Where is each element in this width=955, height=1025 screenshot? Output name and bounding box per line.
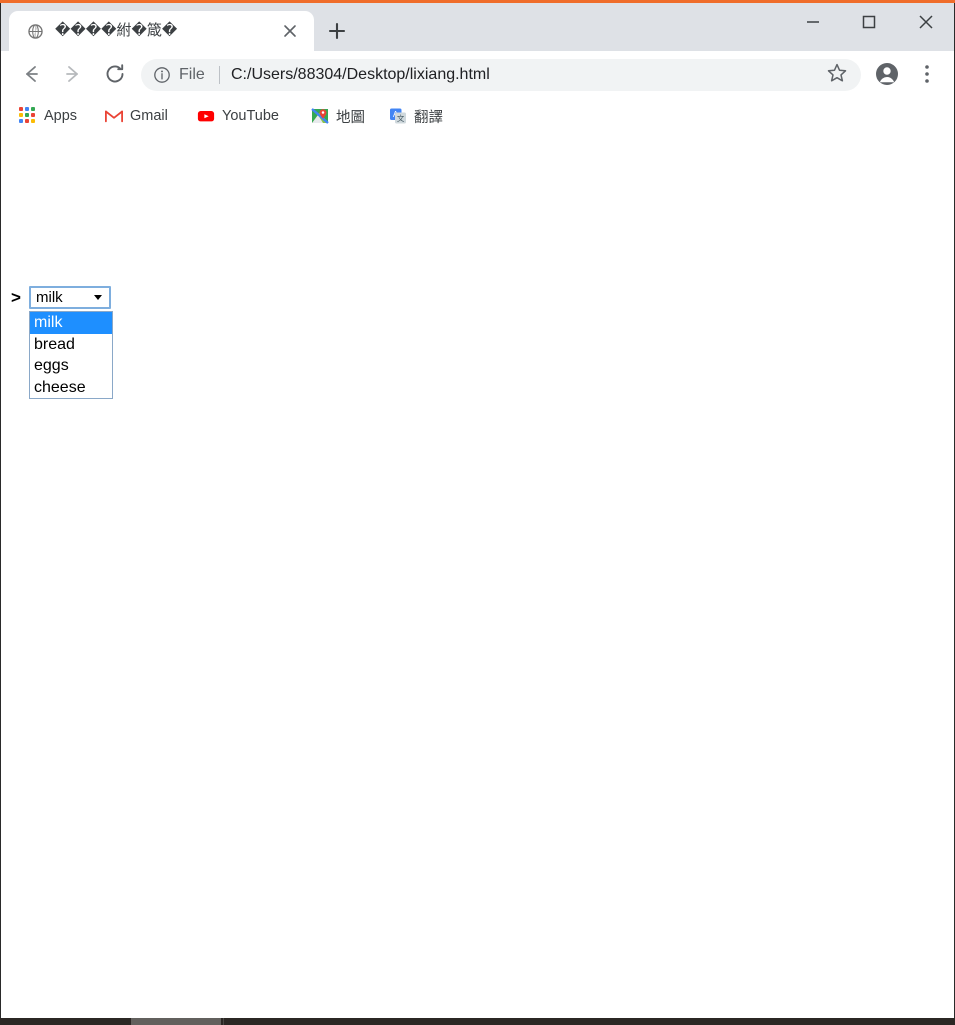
close-icon[interactable] (281, 22, 299, 40)
select-selected-value: milk (36, 289, 63, 306)
omnibox-divider (219, 66, 220, 84)
new-tab-button[interactable] (323, 17, 351, 45)
bookmark-youtube[interactable]: YouTube (197, 102, 279, 130)
account-avatar-icon[interactable] (874, 61, 900, 87)
address-bar[interactable]: File C:/Users/88304/Desktop/lixiang.html (141, 59, 861, 91)
url-scheme-label: File (179, 66, 205, 83)
bookmark-star-icon[interactable] (825, 61, 849, 85)
info-circle-icon[interactable] (153, 66, 171, 84)
page-viewport: > milk milk bread eggs cheese https://bl… (1, 136, 954, 1018)
select-option[interactable]: bread (30, 334, 112, 356)
bookmark-gmail[interactable]: Gmail (105, 102, 168, 130)
browser-tab[interactable]: ����紨�箴� (9, 11, 314, 51)
bookmark-apps[interactable]: Apps (19, 102, 77, 130)
prompt-caret-text: > (11, 288, 21, 307)
window-maximize-button[interactable] (846, 6, 892, 38)
os-taskbar (0, 1018, 955, 1025)
tab-title: ����紨�箴� (55, 22, 178, 39)
bookmark-label: 地圖 (336, 109, 365, 126)
select-option[interactable]: cheese (30, 377, 112, 399)
browser-window: ����紨�箴� File C:/Users/88304/Desktop/lix… (0, 0, 955, 1025)
svg-text:文: 文 (397, 113, 405, 123)
select-option[interactable]: eggs (30, 355, 112, 377)
bookmark-label: Gmail (130, 108, 168, 124)
google-translate-icon: A 文 (389, 107, 407, 125)
bookmarks-bar: Apps Gmail YouTube 地圖 文 翻譯 (1, 98, 954, 137)
select-option-list[interactable]: milk bread eggs cheese (29, 311, 113, 399)
bookmark-label: Apps (44, 108, 78, 124)
bookmark-translate[interactable]: A 文 翻譯 (389, 102, 443, 130)
gmail-icon (105, 107, 123, 125)
select-option[interactable]: milk (30, 312, 112, 334)
tab-strip: ����紨�箴� (1, 3, 954, 51)
window-minimize-button[interactable] (790, 6, 836, 38)
youtube-icon (197, 107, 215, 125)
three-dot-menu-icon[interactable] (917, 61, 937, 87)
google-maps-icon (311, 107, 329, 125)
reload-icon[interactable] (101, 60, 129, 88)
bookmark-maps[interactable]: 地圖 (311, 102, 365, 130)
url-text[interactable]: C:/Users/88304/Desktop/lixiang.html (231, 59, 490, 91)
window-close-button[interactable] (903, 6, 949, 38)
apps-grid-icon (19, 107, 37, 125)
globe-icon (27, 23, 44, 40)
browser-toolbar: File C:/Users/88304/Desktop/lixiang.html (1, 51, 954, 98)
bookmark-label: YouTube (222, 108, 279, 124)
bookmark-label: 翻譯 (414, 109, 443, 126)
grocery-select[interactable]: milk (29, 286, 111, 309)
taskbar-separator (223, 1018, 224, 1025)
chevron-down-icon (94, 295, 102, 300)
back-arrow-icon[interactable] (17, 60, 45, 88)
taskbar-active-item[interactable] (131, 1018, 221, 1025)
forward-arrow-icon[interactable] (59, 60, 87, 88)
